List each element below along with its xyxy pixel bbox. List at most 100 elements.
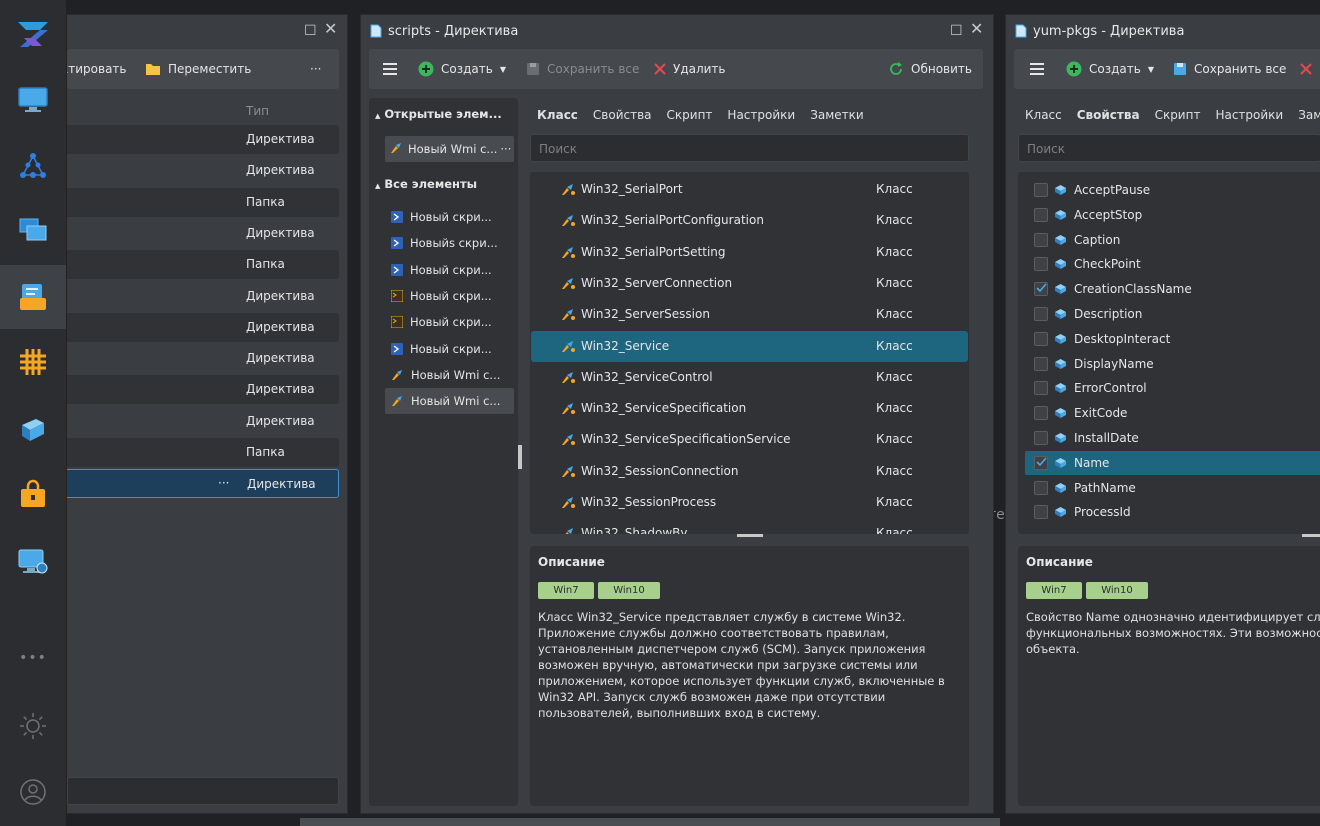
sidebar-item-remote[interactable]: [0, 530, 66, 594]
property-row[interactable]: Caption: [1025, 228, 1320, 252]
table-row[interactable]: Директива: [61, 219, 339, 248]
delete-button[interactable]: [1300, 63, 1312, 75]
maximize-button[interactable]: ☐: [304, 24, 317, 38]
property-row[interactable]: CheckPoint: [1025, 252, 1320, 276]
property-checkbox[interactable]: [1034, 207, 1048, 222]
property-checkbox[interactable]: [1034, 480, 1048, 495]
table-row[interactable]: Папка: [61, 250, 339, 280]
tab-1[interactable]: Свойства: [1077, 108, 1140, 122]
tree-item[interactable]: Новый скри...: [385, 336, 514, 362]
class-row[interactable]: Win32_SerialPortConfiguration Класс: [531, 205, 968, 236]
class-row[interactable]: Win32_SessionProcess Класс: [531, 487, 968, 518]
table-row[interactable]: Папка: [61, 438, 339, 467]
mid-close-button[interactable]: ✕: [970, 21, 983, 37]
property-row[interactable]: InstallDate: [1025, 426, 1320, 450]
sidebar-item-security[interactable]: [0, 462, 66, 526]
tab-4[interactable]: Заметки: [810, 108, 864, 122]
property-row[interactable]: DisplayName: [1025, 352, 1320, 376]
tree-item[interactable]: Новый Wmi с...: [385, 388, 514, 415]
property-row[interactable]: Name: [1025, 450, 1320, 475]
property-row[interactable]: Description: [1025, 302, 1320, 326]
save-all-button[interactable]: Сохранить все: [1173, 62, 1286, 76]
sidebar-item-directives[interactable]: [0, 265, 66, 329]
property-row[interactable]: ExitCode: [1025, 401, 1320, 425]
create-button[interactable]: Создать ▼: [418, 61, 506, 77]
sidebar-theme[interactable]: [19, 712, 47, 743]
property-checkbox[interactable]: [1034, 431, 1048, 445]
all-elements-header[interactable]: ▲ Все элементы: [375, 177, 477, 191]
property-row[interactable]: ErrorControl: [1025, 376, 1320, 400]
tree-item[interactable]: Новый скри...: [385, 257, 514, 283]
property-row[interactable]: PathName: [1025, 476, 1320, 500]
mid-search-input[interactable]: Поиск: [530, 134, 969, 162]
property-checkbox[interactable]: [1034, 505, 1048, 520]
class-row[interactable]: Win32_ServiceSpecification Класс: [531, 393, 968, 424]
sidebar-more-icon[interactable]: •••: [0, 650, 66, 666]
property-checkbox[interactable]: [1034, 331, 1048, 346]
tree-item[interactable]: Новый скри...: [385, 283, 514, 309]
sidebar-item-packages[interactable]: [0, 396, 66, 460]
menu-button[interactable]: [383, 63, 397, 75]
tab-2[interactable]: Скрипт: [667, 108, 713, 122]
class-row[interactable]: Win32_ServiceSpecificationService Класс: [531, 424, 968, 455]
table-row[interactable]: Папка: [61, 187, 339, 217]
class-row[interactable]: Win32_Service Класс: [531, 330, 968, 362]
left-bottom-input[interactable]: [67, 777, 339, 805]
horizontal-scrollbar[interactable]: [300, 818, 1000, 826]
class-row[interactable]: Win32_SessionConnection Класс: [531, 456, 968, 487]
row-more-button[interactable]: ···: [218, 476, 229, 490]
edit-button[interactable]: ктировать: [61, 62, 126, 76]
tree-item[interactable]: Новый Wmi с...: [385, 362, 514, 388]
class-row[interactable]: Win32_ShadowBy Класс: [531, 518, 968, 534]
table-row[interactable]: ··· Директива: [61, 469, 339, 499]
sidebar-item-monitoring[interactable]: [0, 68, 66, 132]
right-search-input[interactable]: Поиск: [1018, 134, 1320, 162]
table-row[interactable]: Директива: [61, 407, 339, 436]
sidebar-item-inventory[interactable]: [0, 330, 66, 394]
tree-item[interactable]: Новыйs скри...: [385, 230, 514, 256]
property-checkbox[interactable]: [1034, 307, 1048, 321]
class-row[interactable]: Win32_SerialPort Класс: [531, 174, 968, 205]
table-row[interactable]: Директива: [61, 282, 339, 311]
tab-1[interactable]: Свойства: [593, 108, 652, 122]
tab-4[interactable]: Заметки: [1298, 108, 1320, 122]
property-list-resize-handle[interactable]: [1302, 534, 1320, 537]
property-row[interactable]: ProcessId: [1025, 500, 1320, 524]
class-row[interactable]: Win32_SerialPortSetting Класс: [531, 237, 968, 268]
tree-item[interactable]: Новый скри...: [385, 204, 514, 230]
mid-maximize-button[interactable]: ☐: [950, 24, 963, 38]
property-row[interactable]: AcceptPause: [1025, 178, 1320, 202]
delete-button[interactable]: Удалить: [654, 62, 726, 76]
open-elements-header[interactable]: ▲ Открытые элем...: [375, 107, 502, 121]
table-row[interactable]: Директива: [61, 375, 339, 405]
class-row[interactable]: Win32_ServerSession Класс: [531, 299, 968, 330]
property-row[interactable]: AcceptStop: [1025, 203, 1320, 227]
property-row[interactable]: DesktopInteract: [1025, 327, 1320, 351]
property-checkbox[interactable]: [1034, 257, 1048, 272]
class-list-resize-handle[interactable]: [737, 534, 763, 537]
table-row[interactable]: Директива: [61, 156, 339, 185]
refresh-button[interactable]: Обновить: [888, 61, 972, 77]
class-row[interactable]: Win32_ServiceControl Класс: [531, 362, 968, 393]
tab-0[interactable]: Класс: [1025, 108, 1062, 122]
sidebar-item-network[interactable]: [0, 133, 66, 197]
property-checkbox[interactable]: [1034, 356, 1048, 371]
tab-0[interactable]: Класс: [537, 108, 578, 122]
property-checkbox[interactable]: [1034, 406, 1048, 421]
tab-2[interactable]: Скрипт: [1155, 108, 1201, 122]
splitter-handle[interactable]: [518, 445, 522, 469]
menu-button[interactable]: [1030, 63, 1044, 75]
app-logo[interactable]: [0, 2, 66, 66]
save-all-button[interactable]: Сохранить все: [526, 62, 639, 76]
more-button[interactable]: ···: [310, 62, 321, 76]
sidebar-item-sessions[interactable]: [0, 198, 66, 262]
close-button[interactable]: ✕: [324, 21, 337, 37]
property-checkbox[interactable]: [1034, 183, 1048, 197]
property-checkbox[interactable]: [1034, 381, 1048, 396]
table-row[interactable]: Директива: [61, 312, 339, 342]
table-row[interactable]: Директива: [61, 125, 339, 154]
property-row[interactable]: CreationClassName: [1025, 277, 1320, 301]
table-row[interactable]: Директива: [61, 344, 339, 373]
sidebar-profile[interactable]: [19, 778, 47, 809]
property-checkbox[interactable]: [1034, 455, 1048, 470]
